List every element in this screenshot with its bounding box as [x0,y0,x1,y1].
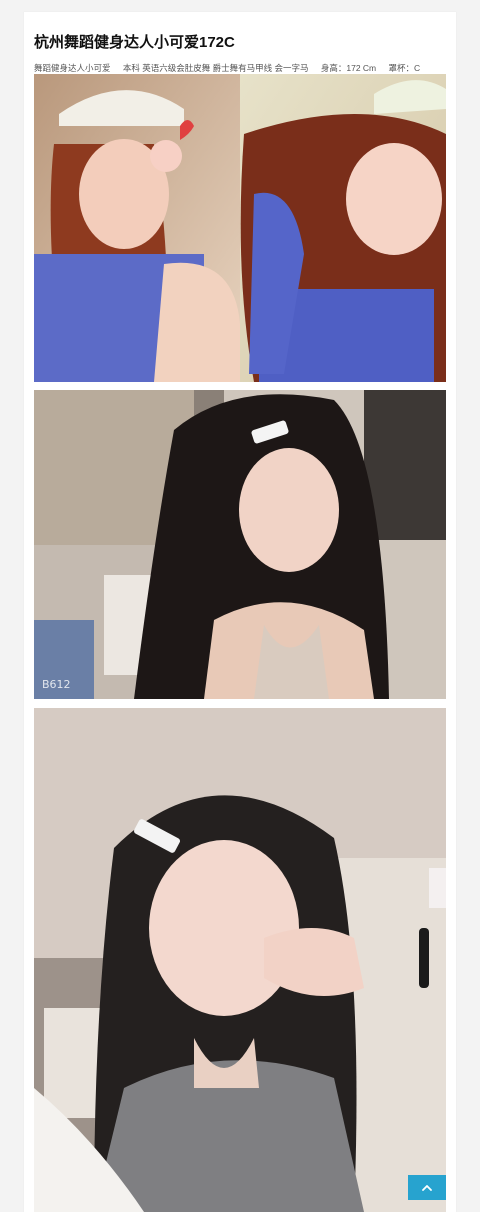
photo-2-image: B612 [34,390,446,699]
chevron-up-icon [422,1184,432,1191]
post-tag-style: 舞蹈健身达人小可爱 [34,63,111,73]
photo-3 [34,708,446,1212]
post-info: 舞蹈健身达人小可爱 本科 英语六级会肚皮舞 爵士舞有马甲线 会一字马 身高：17… [34,62,430,74]
photo-2: B612 [34,390,446,699]
photo-2-watermark: B612 [42,678,71,691]
post-tag-cup: 罩杯：C [388,63,421,73]
photo-3-image [34,708,446,1212]
scroll-to-top-button[interactable] [408,1175,446,1200]
photo-1 [34,74,446,382]
post-title: 杭州舞蹈健身达人小可爱172C [34,34,235,51]
post-tag-height: 身高：172 Cm [320,63,377,73]
post-card: 杭州舞蹈健身达人小可爱172C 舞蹈健身达人小可爱 本科 英语六级会肚皮舞 爵士… [24,12,456,1212]
photo-1-image [34,74,446,382]
post-tag-skills: 本科 英语六级会肚皮舞 爵士舞有马甲线 会一字马 [122,63,309,73]
